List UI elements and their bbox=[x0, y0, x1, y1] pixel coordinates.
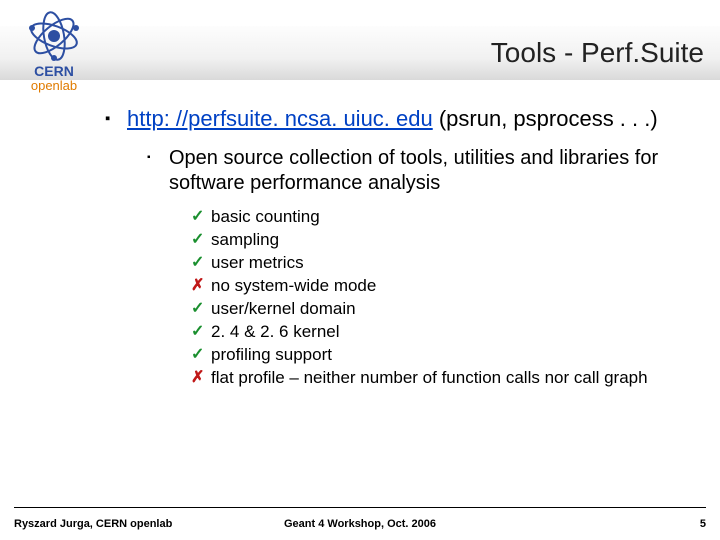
checkmark-icon: ✓ bbox=[191, 344, 204, 366]
crossmark-icon: ✗ bbox=[191, 275, 204, 297]
bullet-list-level2: Open source collection of tools, utiliti… bbox=[127, 146, 695, 390]
feature-item: ✓ sampling bbox=[191, 229, 695, 252]
feature-item: ✓ basic counting bbox=[191, 206, 695, 229]
slide-title: Tools - Perf.Suite bbox=[491, 37, 704, 69]
feature-text: user/kernel domain bbox=[211, 299, 356, 318]
checkmark-icon: ✓ bbox=[191, 229, 204, 251]
feature-item: ✓ user/kernel domain bbox=[191, 298, 695, 321]
feature-text: flat profile – neither number of functio… bbox=[211, 368, 648, 387]
feature-item: ✓ 2. 4 & 2. 6 kernel bbox=[191, 321, 695, 344]
footer-event: Geant 4 Workshop, Oct. 2006 bbox=[0, 518, 720, 530]
cern-openlab-logo: CERN openlab bbox=[8, 6, 100, 94]
description-text: Open source collection of tools, utiliti… bbox=[169, 147, 658, 194]
feature-text: basic counting bbox=[211, 207, 320, 226]
footer: Ryszard Jurga, CERN openlab Geant 4 Work… bbox=[0, 518, 720, 530]
feature-item: ✗ flat profile – neither number of functi… bbox=[191, 367, 695, 390]
footer-rule bbox=[14, 507, 706, 508]
logo-text-openlab: openlab bbox=[31, 78, 77, 93]
bullet-description: Open source collection of tools, utiliti… bbox=[147, 146, 695, 390]
slide: Tools - Perf.Suite CERN openlab http: //… bbox=[0, 0, 720, 540]
checkmark-icon: ✓ bbox=[191, 298, 204, 320]
checkmark-icon: ✓ bbox=[191, 252, 204, 274]
checkmark-icon: ✓ bbox=[191, 321, 204, 343]
body: http: //perfsuite. ncsa. uiuc. edu (psru… bbox=[105, 106, 695, 400]
header-band: Tools - Perf.Suite bbox=[0, 26, 720, 80]
checkmark-icon: ✓ bbox=[191, 206, 204, 228]
perfsuite-link[interactable]: http: //perfsuite. ncsa. uiuc. edu bbox=[127, 106, 433, 131]
feature-text: no system-wide mode bbox=[211, 276, 376, 295]
perfsuite-tail: (psrun, psprocess . . .) bbox=[433, 106, 658, 131]
feature-text: 2. 4 & 2. 6 kernel bbox=[211, 322, 340, 341]
feature-item: ✓ profiling support bbox=[191, 344, 695, 367]
crossmark-icon: ✗ bbox=[191, 367, 204, 389]
feature-item: ✓ user metrics bbox=[191, 252, 695, 275]
feature-text: user metrics bbox=[211, 253, 304, 272]
feature-text: sampling bbox=[211, 230, 279, 249]
feature-item: ✗ no system-wide mode bbox=[191, 275, 695, 298]
feature-text: profiling support bbox=[211, 345, 332, 364]
logo-text-cern: CERN bbox=[34, 63, 74, 79]
bullet-list-level1: http: //perfsuite. ncsa. uiuc. edu (psru… bbox=[105, 106, 695, 390]
feature-list: ✓ basic counting ✓ sampling ✓ user metrics ✗ no… bbox=[169, 206, 695, 390]
bullet-perfsuite-link: http: //perfsuite. ncsa. uiuc. edu (psru… bbox=[105, 106, 695, 390]
